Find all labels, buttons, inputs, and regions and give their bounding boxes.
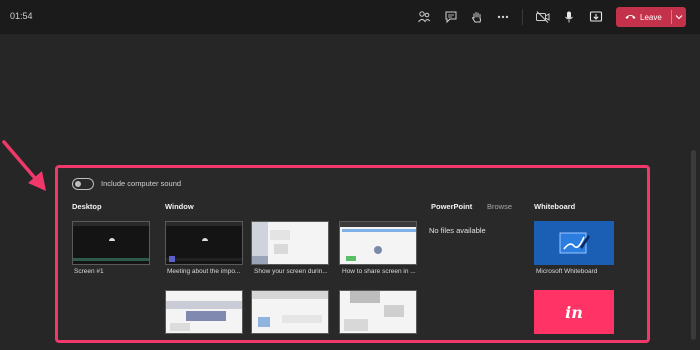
window-thumbnail-1[interactable] <box>165 221 243 265</box>
window-section-title: Window <box>165 202 194 211</box>
chat-icon[interactable] <box>442 8 460 26</box>
microsoft-whiteboard-tile[interactable] <box>534 221 614 265</box>
screen-1-thumbnail[interactable] <box>72 221 150 265</box>
raise-hand-icon[interactable] <box>468 8 486 26</box>
leave-button[interactable]: Leave <box>616 7 686 27</box>
window-caption-2: Show your screen durin... <box>254 268 328 275</box>
scrollbar[interactable] <box>691 150 696 340</box>
meeting-timer: 01:54 <box>10 11 33 21</box>
powerpoint-section-title: PowerPoint <box>431 202 473 211</box>
toolbar-divider <box>522 9 523 25</box>
browse-link[interactable]: Browse <box>487 202 512 211</box>
share-icon[interactable] <box>587 8 605 26</box>
desktop-section-title: Desktop <box>72 202 102 211</box>
meeting-toolbar: 01:54 Leave <box>0 0 700 34</box>
chevron-down-icon[interactable] <box>672 14 686 20</box>
invision-whiteboard-tile[interactable]: in <box>534 290 614 334</box>
include-sound-toggle[interactable] <box>72 178 94 190</box>
leave-label: Leave <box>640 12 662 22</box>
whiteboard-icon <box>559 232 590 254</box>
no-files-text: No files available <box>429 226 486 235</box>
window-thumbnail-3[interactable] <box>339 221 417 265</box>
window-thumbnail-2[interactable] <box>251 221 329 265</box>
camera-off-icon[interactable] <box>534 8 552 26</box>
window-caption-3: How to share screen in ... <box>342 268 416 275</box>
annotation-arrow-icon <box>2 140 46 191</box>
window-thumbnail-4[interactable] <box>165 290 243 334</box>
share-content-panel: Include computer sound Desktop Window Po… <box>55 165 650 343</box>
whiteboard-caption: Microsoft Whiteboard <box>536 268 598 275</box>
people-icon[interactable] <box>415 8 433 26</box>
screen-1-caption: Screen #1 <box>74 268 104 275</box>
window-thumbnail-5[interactable] <box>251 290 329 334</box>
invision-logo: in <box>565 302 583 322</box>
include-sound-label: Include computer sound <box>101 179 182 188</box>
whiteboard-section-title: Whiteboard <box>534 202 576 211</box>
mic-icon[interactable] <box>560 8 578 26</box>
window-thumbnail-6[interactable] <box>339 290 417 334</box>
window-caption-1: Meeting about the impo... <box>167 268 241 275</box>
more-icon[interactable] <box>494 8 512 26</box>
phone-hangup-icon <box>625 13 636 22</box>
